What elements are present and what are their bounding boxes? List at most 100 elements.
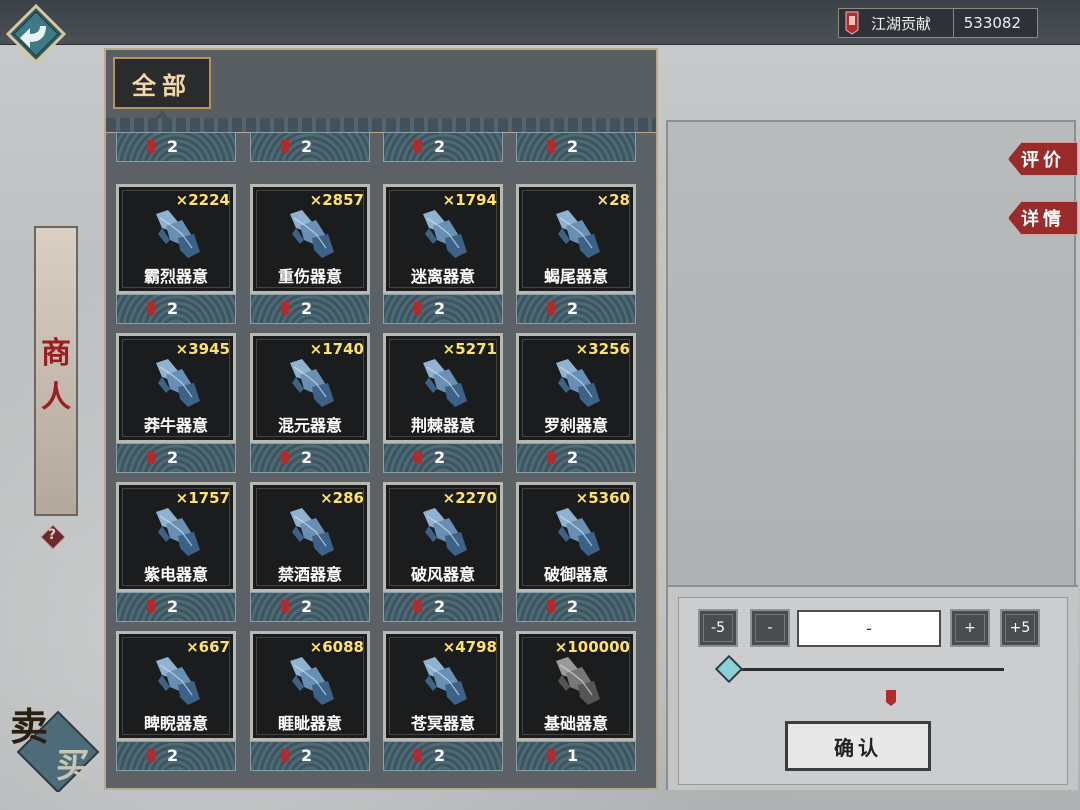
price-value: 2 [434,448,446,467]
price-value: 2 [301,597,313,616]
item-name: 苍冥器意 [410,714,475,733]
token-icon [281,140,289,154]
blue-crystal-icon [556,359,600,407]
item-name: 睥睨器意 [143,714,208,733]
item-name: 紫电器意 [143,565,208,584]
token-icon [414,600,422,614]
back-arrow-icon [5,3,67,65]
price-value: 2 [167,448,179,467]
price-value: 2 [167,137,179,156]
token-icon [147,302,155,316]
item-card[interactable]: ×4798 苍冥器意 2 [383,631,503,773]
sell-label[interactable]: 卖 [10,696,48,751]
price-bar: 2 [116,592,236,622]
blue-crystal-icon [290,359,334,407]
sell-buy-toggle[interactable]: 卖 买 [8,692,108,794]
quantity-input[interactable]: - [797,610,941,647]
price-value: 2 [167,597,179,616]
token-icon [414,451,422,465]
item-count: ×667 [186,638,230,656]
item-card-partial[interactable]: 2 [250,132,370,164]
price-value: 2 [301,448,313,467]
item-name: 破御器意 [543,565,608,584]
item-card[interactable]: ×3945 莽牛器意 2 [116,333,236,475]
item-card[interactable]: ×2224 霸烈器意 2 [116,184,236,326]
item-card-partial[interactable]: 2 [383,132,503,164]
item-card[interactable]: ×1794 迷离器意 2 [383,184,503,326]
item-card-partial[interactable]: 2 [516,132,636,164]
item-count: ×28 [596,191,630,209]
item-card[interactable]: ×3256 罗刹器意 2 [516,333,636,475]
price-bar: 2 [250,294,370,324]
minus-five-button[interactable]: -5 [698,609,738,647]
item-count: ×1794 [442,191,497,209]
price-bar: 2 [250,741,370,771]
blue-crystal-icon [290,508,334,556]
plus-five-button[interactable]: +5 [1000,609,1040,647]
item-count: ×4798 [442,638,497,656]
token-icon [281,302,289,316]
plus-one-button[interactable]: + [950,609,990,647]
item-card[interactable]: ×1757 紫电器意 2 [116,482,236,624]
currency-display: 江湖贡献 533082 [838,8,1038,38]
help-label: ? [48,527,57,543]
price-bar: 2 [116,741,236,771]
item-card[interactable]: ×2857 重伤器意 2 [250,184,370,326]
price-value: 2 [301,299,313,318]
token-icon [547,749,555,763]
price-bar: 2 [250,443,370,473]
price-bar: 2 [383,294,503,324]
price-value: 2 [567,597,579,616]
item-card[interactable]: ×2270 破风器意 2 [383,482,503,624]
price-bar: 2 [116,132,236,162]
price-bar: 2 [383,132,503,162]
item-name: 罗刹器意 [543,416,608,435]
item-card[interactable]: ×5360 破御器意 2 [516,482,636,624]
buy-label[interactable]: 买 [56,738,90,787]
item-card[interactable]: ×667 睥睨器意 2 [116,631,236,773]
item-count: ×5360 [575,489,630,507]
blue-crystal-icon [423,508,467,556]
tab-details[interactable]: 详情 [1008,201,1078,235]
tab-review[interactable]: 评价 [1008,142,1078,176]
blue-crystal-icon [156,657,200,705]
minus-one-button[interactable]: - [750,609,790,647]
price-value: 2 [434,299,446,318]
merchant-tab[interactable]: 商 人 [34,226,78,516]
item-card[interactable]: ×28 蝎尾器意 2 [516,184,636,326]
price-value: 2 [301,137,313,156]
token-icon [147,140,155,154]
item-grid[interactable]: 2 2 2 2 ×2224 霸烈器意 2 ×2857 重伤器意 2 ×1794 迷离器意 2 ×2… [116,132,640,782]
token-icon [414,749,422,763]
item-name: 蝎尾器意 [543,267,608,286]
item-name: 破风器意 [410,565,475,584]
back-button[interactable] [5,3,67,65]
item-card[interactable]: ×286 禁酒器意 2 [250,482,370,624]
price-bar: 2 [383,592,503,622]
price-value: 2 [301,746,313,765]
quantity-slider[interactable] [730,668,1004,671]
token-icon [547,140,555,154]
item-card-partial[interactable]: 2 [116,132,236,164]
blue-crystal-icon [423,657,467,705]
item-count: ×6088 [309,638,364,656]
confirm-button[interactable]: 确认 [785,721,931,771]
blue-crystal-icon [290,657,334,705]
token-icon [845,11,859,35]
blue-crystal-icon [423,210,467,258]
price-value: 2 [434,746,446,765]
price-value: 2 [567,299,579,318]
token-icon [281,600,289,614]
item-card[interactable]: ×100000 基础器意 1 [516,631,636,773]
help-button[interactable]: ? [40,524,66,550]
price-value: 2 [567,448,579,467]
price-value: 2 [167,299,179,318]
tab-all[interactable]: 全部 [113,57,211,109]
item-card[interactable]: ×1740 混元器意 2 [250,333,370,475]
price-value: 2 [434,137,446,156]
item-card[interactable]: ×5271 荆棘器意 2 [383,333,503,475]
item-count: ×5271 [442,340,497,358]
token-icon [547,302,555,316]
wave-divider [106,118,656,133]
item-card[interactable]: ×6088 睚眦器意 2 [250,631,370,773]
